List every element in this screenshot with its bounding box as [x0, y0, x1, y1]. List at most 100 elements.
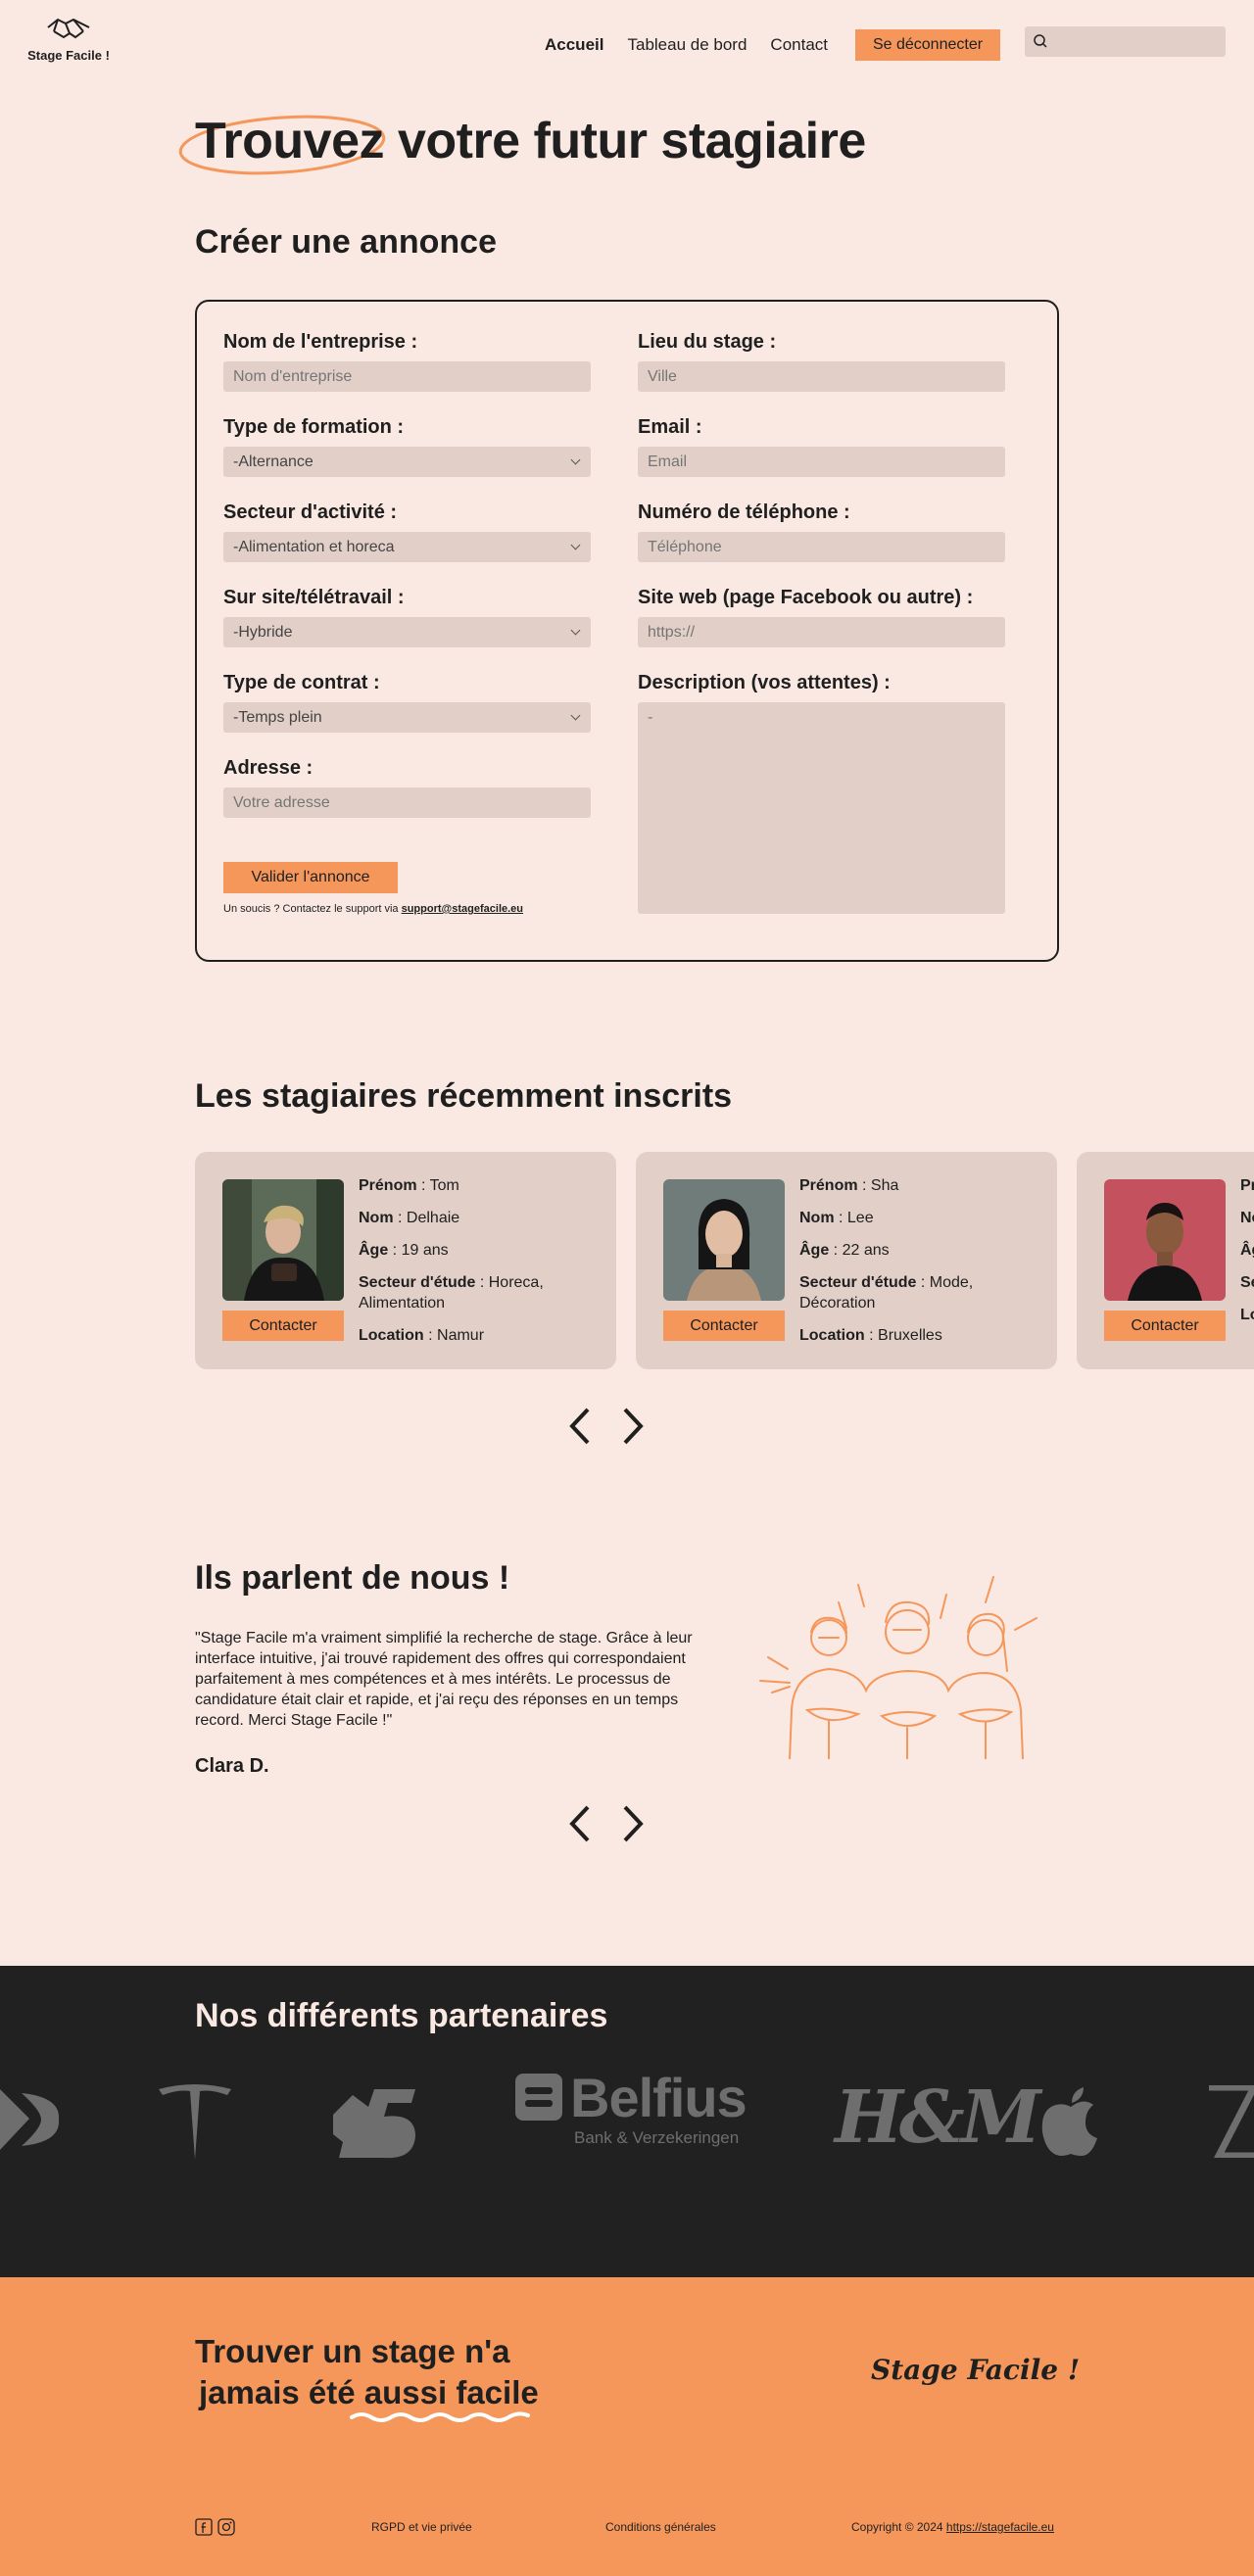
support-email-link[interactable]: support@stagefacile.eu [402, 903, 523, 915]
address-field-group: Adresse : [223, 757, 591, 818]
remote-select[interactable]: -Hybride [223, 617, 591, 647]
interns-carousel: Contacter Prénom : Tom Nom : Delhaie Âge… [195, 1152, 1254, 1369]
intern-photo [222, 1179, 344, 1301]
support-text: Un soucis ? Contactez le support via [223, 903, 402, 915]
intern-lastname: Delhaie [406, 1210, 460, 1226]
search-input[interactable] [1054, 26, 1221, 57]
tagline-highlight: aussi facile [363, 2374, 539, 2410]
submit-listing-button[interactable]: Valider l'annonce [223, 862, 398, 893]
intern-firstname: Sha [870, 1177, 899, 1194]
chevron-left-icon [569, 1805, 590, 1842]
hero-title: Trouvez votre futur stagiaire [195, 113, 866, 169]
testimonials-carousel-controls [560, 1799, 652, 1848]
top-navigation: Stage Facile ! Accueil Tableau de bord C… [0, 0, 1254, 84]
contact-button[interactable]: Contacter [1104, 1311, 1226, 1341]
interns-title: Les stagiaires récemment inscrits [195, 1077, 733, 1115]
copyright: Copyright © 2024 https://stagefacile.eu [851, 2520, 1054, 2534]
belfius-mark-icon [515, 2074, 562, 2121]
email-input[interactable] [638, 447, 1005, 477]
facebook-icon[interactable] [195, 2518, 213, 2536]
phone-field-group: Numéro de téléphone : [638, 501, 1005, 562]
nav-link-home[interactable]: Accueil [545, 35, 603, 55]
intern-info: Prénom : Tom Nom : Delhaie Âge : 19 ans … [359, 1177, 544, 1344]
hm-logo: H&M [835, 2075, 1041, 2160]
formation-field-group: Type de formation : -Alternance [223, 416, 591, 477]
intern-location: Namur [437, 1327, 485, 1344]
contract-label: Type de contrat : [223, 672, 380, 693]
terms-link[interactable]: Conditions générales [605, 2520, 716, 2534]
carrefour-logo [0, 2089, 60, 2150]
formation-label: Type de formation : [223, 416, 405, 438]
company-input[interactable] [223, 361, 591, 392]
chevron-right-icon [623, 1407, 644, 1445]
address-input[interactable] [223, 787, 591, 818]
privacy-link[interactable]: RGPD et vie privée [371, 2520, 472, 2534]
intern-age: 19 ans [401, 1242, 449, 1259]
search-icon [1034, 34, 1047, 48]
website-input[interactable] [638, 617, 1005, 647]
search-bar[interactable] [1025, 26, 1226, 57]
partners-section: Nos différents partenaires Belfius Bank … [0, 1966, 1254, 2277]
intern-info: Prénom : Sha Nom : Lee Âge : 22 ans Sect… [799, 1177, 974, 1344]
logo[interactable]: Stage Facile ! [24, 14, 114, 63]
email-label: Email : [638, 416, 702, 438]
footer: Trouver un stage n'a jamais été aussi fa… [0, 2277, 1254, 2576]
handshake-icon [47, 18, 90, 39]
partners-title: Nos différents partenaires [195, 1997, 608, 2034]
intern-lastname: Lee [846, 1210, 874, 1226]
description-textarea[interactable] [638, 702, 1005, 914]
location-input[interactable] [638, 361, 1005, 392]
description-label: Description (vos attentes) : [638, 672, 891, 693]
belfius-wordmark: Belfius [570, 2067, 748, 2128]
sector-label: Secteur d'activité : [223, 501, 398, 523]
intern-firstname: Tom [429, 1177, 459, 1194]
intern-card: Contacter Prénom : Tom Nom : Delhaie Âge… [195, 1152, 616, 1369]
intern-photo [663, 1179, 785, 1301]
chevron-right-icon [623, 1805, 644, 1842]
email-field-group: Email : [638, 416, 1005, 477]
footer-tagline: Trouver un stage n'a jamais été aussi fa… [195, 2331, 539, 2422]
company-label: Nom de l'entreprise : [223, 331, 418, 353]
testimonial-author: Clara D. [195, 1755, 269, 1777]
contract-field-group: Type de contrat : -Temps plein [223, 672, 591, 733]
phone-label: Numéro de téléphone : [638, 501, 850, 523]
wave-underline-decoration [350, 2411, 530, 2422]
location-field-group: Lieu du stage : [638, 331, 1005, 392]
description-field-group: Description (vos attentes) : [638, 672, 1005, 914]
formation-select[interactable]: -Alternance [223, 447, 591, 477]
website-label: Site web (page Facebook ou autre) : [638, 587, 974, 608]
create-listing-title: Créer une annonce [195, 223, 497, 261]
delhaize-lion-logo [333, 2089, 415, 2159]
instagram-icon[interactable] [217, 2518, 235, 2536]
location-label: Lieu du stage : [638, 331, 777, 353]
contact-button[interactable]: Contacter [222, 1311, 344, 1341]
testimonial-next-button[interactable] [613, 1799, 652, 1848]
tesla-logo [159, 2084, 231, 2160]
remote-field-group: Sur site/télétravail : -Hybride [223, 587, 591, 647]
carousel-next-button[interactable] [613, 1402, 652, 1451]
sector-select[interactable]: -Alimentation et horeca [223, 532, 591, 562]
website-link[interactable]: https://stagefacile.eu [946, 2520, 1054, 2534]
team-illustration [759, 1576, 1037, 1759]
nav-link-dashboard[interactable]: Tableau de bord [627, 35, 747, 55]
contract-select[interactable]: -Temps plein [223, 702, 591, 733]
intern-info: Prénom Nom Âge Secteur d'étude Location [1240, 1177, 1254, 1323]
social-icons [195, 2518, 235, 2536]
contact-button[interactable]: Contacter [663, 1311, 785, 1341]
intern-card: Contacter Prénom : Sha Nom : Lee Âge : 2… [636, 1152, 1057, 1369]
intern-age: 22 ans [842, 1242, 890, 1259]
carousel-prev-button[interactable] [560, 1402, 600, 1451]
testimonial-prev-button[interactable] [560, 1799, 600, 1848]
phone-input[interactable] [638, 532, 1005, 562]
website-field-group: Site web (page Facebook ou autre) : [638, 587, 1005, 647]
zara-logo [1209, 2085, 1254, 2158]
company-field-group: Nom de l'entreprise : [223, 331, 591, 392]
apple-logo [1041, 2087, 1097, 2156]
nav-link-contact[interactable]: Contact [770, 35, 828, 55]
create-listing-form: Nom de l'entreprise : Type de formation … [195, 300, 1059, 962]
footer-brand: Stage Facile ! [871, 2354, 1081, 2386]
intern-location: Bruxelles [878, 1327, 942, 1344]
testimonials-title: Ils parlent de nous ! [195, 1559, 510, 1597]
logout-button[interactable]: Se déconnecter [855, 29, 1001, 61]
chevron-left-icon [569, 1407, 590, 1445]
